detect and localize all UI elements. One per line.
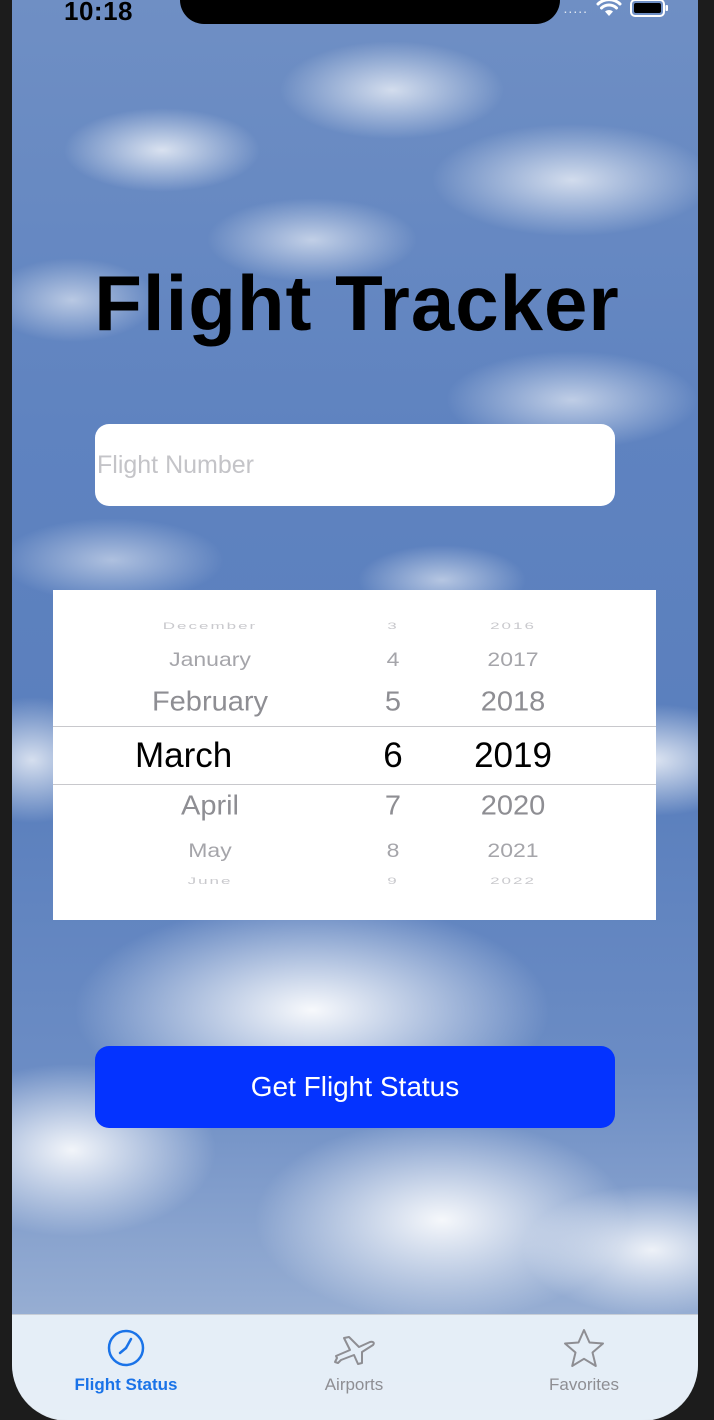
clock-icon <box>107 1329 145 1367</box>
month-option[interactable]: December <box>105 621 315 632</box>
month-option[interactable]: March <box>135 736 345 776</box>
month-wheel[interactable]: December January February March April May June <box>105 590 315 920</box>
flight-number-input[interactable] <box>95 424 615 506</box>
day-option[interactable]: 3 <box>363 621 423 632</box>
month-option[interactable]: April <box>105 791 315 822</box>
day-wheel[interactable]: 3 4 5 6 7 8 9 <box>363 590 423 920</box>
wifi-icon <box>596 0 622 16</box>
tab-favorites[interactable]: Favorites <box>484 1315 684 1405</box>
year-option[interactable]: 2016 <box>453 621 573 632</box>
cellular-signal-icon: ..... <box>563 0 588 16</box>
year-option[interactable]: 2019 <box>453 736 573 776</box>
day-option[interactable]: 4 <box>363 648 423 671</box>
year-option[interactable]: 2020 <box>453 791 573 822</box>
date-picker[interactable]: December January February March April May June… <box>53 590 656 920</box>
day-option[interactable]: 9 <box>363 876 423 887</box>
month-option[interactable]: February <box>105 687 315 718</box>
airplane-icon <box>334 1336 375 1365</box>
day-option[interactable]: 8 <box>363 839 423 862</box>
tab-label: Flight Status <box>74 1375 178 1394</box>
status-time: 10:18 <box>64 0 133 26</box>
day-option[interactable]: 6 <box>363 736 423 776</box>
day-option[interactable]: 7 <box>363 791 423 822</box>
year-option[interactable]: 2022 <box>453 876 573 887</box>
tab-flight-status[interactable]: Flight Status <box>26 1315 226 1405</box>
device-notch <box>180 0 560 24</box>
tab-airports[interactable]: Airports <box>254 1315 454 1405</box>
status-indicators: ..... <box>564 0 670 18</box>
picker-selection-bottom-line <box>53 784 656 785</box>
tab-bar: Flight Status Airports Favorites <box>12 1314 698 1420</box>
picker-selection-top-line <box>53 726 656 727</box>
year-option[interactable]: 2021 <box>453 839 573 862</box>
get-flight-status-button[interactable]: Get Flight Status <box>95 1046 615 1128</box>
year-option[interactable]: 2017 <box>453 648 573 671</box>
month-option[interactable]: June <box>105 876 315 887</box>
device-frame: 10:18 ..... Flight Tracker December Janua… <box>0 0 714 1420</box>
month-option[interactable]: May <box>105 839 315 862</box>
year-wheel[interactable]: 2016 2017 2018 2019 2020 2021 2022 <box>453 590 573 920</box>
tab-label: Favorites <box>549 1375 619 1394</box>
app-title: Flight Tracker <box>94 259 620 347</box>
battery-icon <box>630 0 668 17</box>
tab-label: Airports <box>324 1375 384 1394</box>
star-icon <box>564 1329 604 1367</box>
year-option[interactable]: 2018 <box>453 687 573 718</box>
month-option[interactable]: January <box>105 648 315 671</box>
day-option[interactable]: 5 <box>363 687 423 718</box>
